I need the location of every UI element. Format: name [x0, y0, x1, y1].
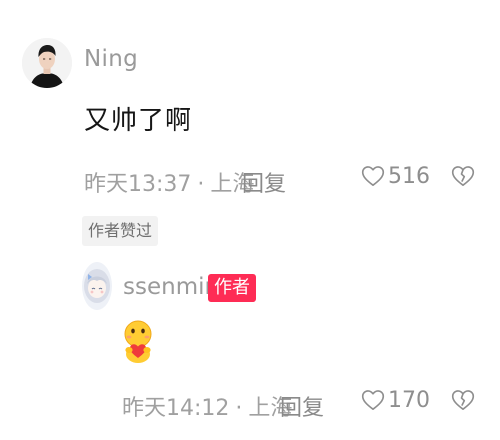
- comment-meta: 昨天13:37 · 上海: [84, 166, 254, 198]
- meta-separator: ·: [197, 172, 205, 197]
- reply-like-button[interactable]: 170: [360, 387, 430, 413]
- like-count: 516: [388, 163, 430, 189]
- reply-button[interactable]: 回复: [242, 166, 286, 198]
- broken-heart-icon: [450, 390, 476, 417]
- heart-outline-icon: [360, 163, 386, 189]
- reply-dislike-button[interactable]: [450, 387, 476, 417]
- comment-username[interactable]: Ning: [84, 46, 138, 72]
- reply-meta: 昨天14:12 · 上海: [122, 390, 292, 422]
- heart-outline-icon: [360, 387, 386, 413]
- comment-time: 昨天13:37: [84, 172, 192, 197]
- avatar[interactable]: [22, 38, 72, 88]
- hugging-heart-emoji: [120, 318, 156, 364]
- broken-heart-icon: [450, 166, 476, 193]
- dislike-button[interactable]: [450, 163, 476, 193]
- meta-separator: ·: [235, 396, 243, 421]
- comment-text: 又帅了啊: [84, 106, 193, 136]
- comment-thread: Ning 又帅了啊 昨天13:37 · 上海 回复 516 作者赞过 ssenm…: [0, 0, 500, 440]
- author-badge: 作者: [208, 274, 256, 302]
- reply-time: 昨天14:12: [122, 396, 230, 421]
- reply-reply-button[interactable]: 回复: [280, 390, 324, 422]
- author-liked-tag: 作者赞过: [82, 216, 159, 246]
- reply-like-count: 170: [388, 387, 430, 413]
- like-button[interactable]: 516: [360, 163, 430, 189]
- reply-avatar[interactable]: [82, 262, 112, 310]
